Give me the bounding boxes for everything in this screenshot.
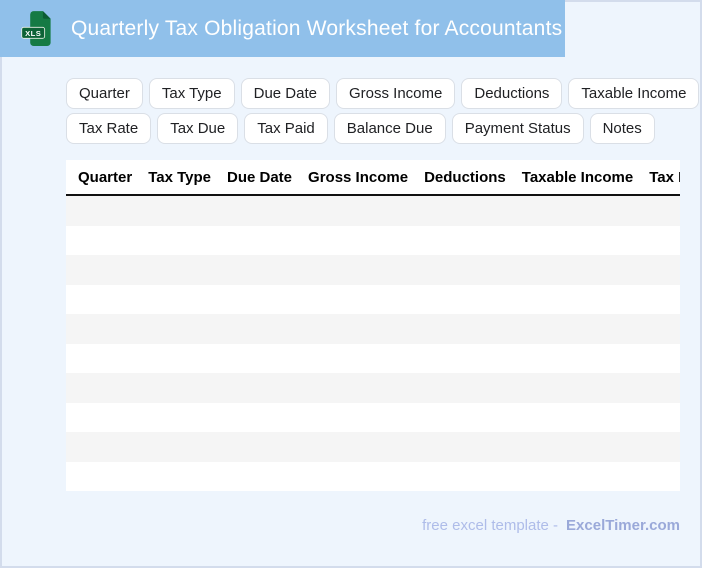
chip-deductions[interactable]: Deductions bbox=[461, 78, 563, 109]
table-row bbox=[66, 225, 680, 255]
col-header-deductions: Deductions bbox=[424, 168, 506, 186]
page-title: Quarterly Tax Obligation Worksheet for A… bbox=[71, 16, 563, 40]
footer-brand-link[interactable]: ExcelTimer.com bbox=[566, 517, 680, 534]
table-row bbox=[66, 432, 680, 462]
template-preview-page: XLS Quarterly Tax Obligation Worksheet f… bbox=[0, 0, 702, 568]
table-row bbox=[66, 255, 680, 285]
table-row bbox=[66, 284, 680, 314]
table-row bbox=[66, 373, 680, 403]
xls-badge-text: XLS bbox=[25, 28, 41, 37]
footer-credit: free excel template - ExcelTimer.com bbox=[422, 517, 680, 534]
table-row bbox=[66, 196, 680, 226]
column-tag-list: Quarter Tax Type Due Date Gross Income D… bbox=[66, 78, 700, 144]
table-row bbox=[66, 343, 680, 373]
chip-tax-due[interactable]: Tax Due bbox=[157, 113, 239, 144]
chip-quarter[interactable]: Quarter bbox=[66, 78, 143, 109]
chip-tax-paid[interactable]: Tax Paid bbox=[244, 113, 328, 144]
chip-due-date[interactable]: Due Date bbox=[240, 78, 330, 109]
col-header-tax-rate: Tax Rate bbox=[649, 168, 680, 186]
table-row bbox=[66, 402, 680, 432]
xls-file-icon: XLS bbox=[21, 10, 51, 46]
chip-payment-status[interactable]: Payment Status bbox=[451, 113, 584, 144]
chip-taxable-income[interactable]: Taxable Income bbox=[568, 78, 700, 109]
col-header-taxable-income: Taxable Income bbox=[521, 168, 634, 186]
table-body bbox=[66, 196, 680, 491]
chip-balance-due[interactable]: Balance Due bbox=[333, 113, 446, 144]
title-banner: XLS Quarterly Tax Obligation Worksheet f… bbox=[0, 0, 565, 57]
col-header-tax-type: Tax Type bbox=[148, 168, 211, 186]
table-row bbox=[66, 461, 680, 491]
chip-notes[interactable]: Notes bbox=[589, 113, 655, 144]
col-header-quarter: Quarter bbox=[78, 168, 133, 186]
table-header-row: Quarter Tax Type Due Date Gross Income D… bbox=[66, 160, 680, 196]
worksheet-preview-table: Quarter Tax Type Due Date Gross Income D… bbox=[66, 160, 680, 491]
footer-prefix: free excel template - bbox=[422, 517, 559, 534]
col-header-due-date: Due Date bbox=[227, 168, 293, 186]
chip-tax-rate[interactable]: Tax Rate bbox=[66, 113, 152, 144]
col-header-gross-income: Gross Income bbox=[308, 168, 409, 186]
chip-row-2: Tax Rate Tax Due Tax Paid Balance Due Pa… bbox=[66, 113, 699, 144]
chip-row-1: Quarter Tax Type Due Date Gross Income D… bbox=[66, 78, 700, 109]
chip-gross-income[interactable]: Gross Income bbox=[336, 78, 456, 109]
chip-tax-type[interactable]: Tax Type bbox=[148, 78, 235, 109]
table-row bbox=[66, 314, 680, 344]
